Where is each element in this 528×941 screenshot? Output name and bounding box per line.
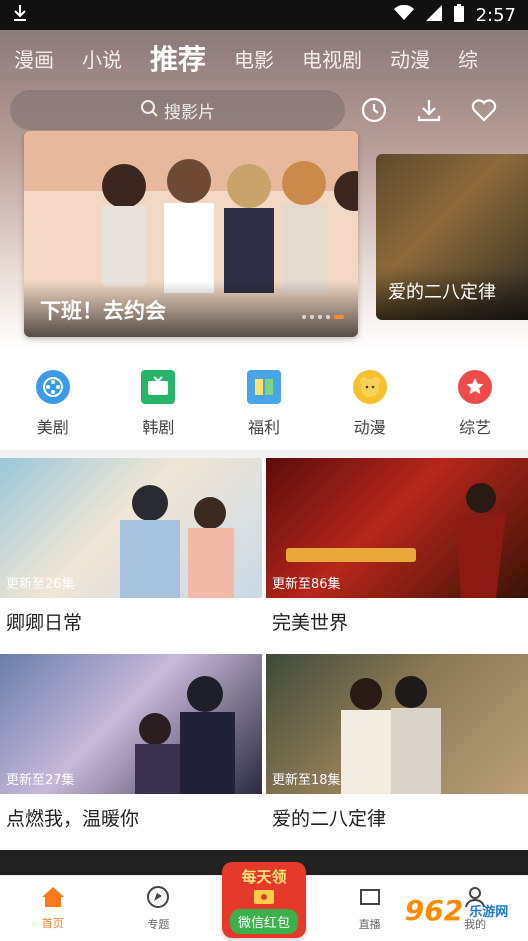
watermark-logo: 962: [404, 893, 464, 927]
film-reel-icon: [35, 370, 70, 404]
nav-home[interactable]: 首页: [13, 886, 93, 931]
tab-variety[interactable]: 综: [444, 44, 492, 73]
history-icon[interactable]: [360, 96, 388, 124]
book-stack-icon: [246, 370, 281, 404]
video-title: 卿卿日常: [6, 612, 83, 634]
category-label: 美剧: [36, 418, 69, 437]
video-thumbnail: 更新至27集: [0, 654, 262, 794]
video-card[interactable]: 更新至26集 卿卿日常: [0, 458, 262, 648]
category-anime[interactable]: 动漫: [330, 370, 410, 440]
wechat-redpacket-button[interactable]: 每天领 微信红包: [222, 862, 306, 938]
tv-icon: [141, 370, 176, 404]
nav-label: 专题: [147, 918, 170, 931]
banner-next-title: 爱的二八定律: [388, 282, 496, 303]
video-thumbnail: 更新至26集: [0, 458, 262, 598]
tab-tv-series[interactable]: 电视剧: [288, 44, 376, 73]
signal-icon: [425, 4, 442, 26]
update-badge: 更新至18集: [272, 773, 341, 788]
carousel-dots: [302, 315, 344, 319]
carousel-dot: [302, 315, 306, 319]
nav-topics[interactable]: 专题: [118, 885, 198, 932]
update-badge: 更新至27集: [6, 773, 75, 788]
category-label: 综艺: [459, 418, 492, 437]
carousel-dot: [310, 315, 314, 319]
video-thumbnail: 更新至18集: [266, 654, 528, 794]
download-icon[interactable]: [415, 96, 443, 124]
category-row: 美剧 韩剧 福利 动漫 综艺: [0, 370, 528, 440]
search-placeholder: 搜影片: [164, 102, 215, 123]
bear-icon: [352, 370, 387, 404]
carousel-dot-active: [334, 315, 344, 319]
tab-movies[interactable]: 电影: [220, 44, 288, 73]
compass-icon: [146, 885, 170, 912]
wifi-icon: [393, 4, 414, 26]
favorite-icon[interactable]: [470, 96, 498, 124]
battery-icon: [453, 3, 464, 27]
video-title: 点燃我，温暖你: [6, 808, 140, 830]
category-welfare[interactable]: 福利: [224, 370, 304, 440]
home-icon: [41, 886, 65, 911]
channel-nav: 漫画 小说 推荐 电影 电视剧 动漫 综: [0, 30, 528, 86]
status-bar: 2:57: [0, 0, 528, 30]
video-title: 完美世界: [272, 612, 349, 634]
search-icon: [140, 99, 158, 122]
clock: 2:57: [475, 4, 516, 26]
search-row: 搜影片: [10, 90, 518, 132]
carousel-dot: [326, 315, 330, 319]
video-thumbnail: 更新至86集: [266, 458, 528, 598]
category-variety[interactable]: 综艺: [435, 370, 515, 440]
update-badge: 更新至86集: [272, 577, 341, 592]
video-card[interactable]: 更新至27集 点燃我，温暖你: [0, 654, 262, 844]
download-notification-icon: [12, 4, 28, 27]
banner-title: 下班！去约会: [40, 299, 166, 323]
live-icon: [358, 885, 382, 912]
carousel-dot: [318, 315, 322, 319]
tab-recommended[interactable]: 推荐: [136, 38, 220, 78]
video-card[interactable]: 更新至18集 爱的二八定律: [266, 654, 528, 844]
watermark-text: 乐游网: [469, 904, 509, 920]
category-label: 动漫: [353, 418, 386, 437]
update-badge: 更新至26集: [6, 577, 75, 592]
nav-label: 直播: [358, 918, 381, 931]
video-card[interactable]: 更新至86集 完美世界: [266, 458, 528, 648]
category-label: 韩剧: [142, 418, 175, 437]
banner-main[interactable]: 下班！去约会: [24, 131, 358, 337]
section-divider: [0, 450, 528, 458]
site-watermark: 962 乐游网: [385, 880, 528, 940]
redpacket-icon: [254, 889, 274, 908]
video-title: 爱的二八定律: [272, 808, 387, 830]
banner-next[interactable]: 爱的二八定律: [376, 154, 528, 320]
nav-label: 首页: [41, 917, 64, 930]
tab-novels[interactable]: 小说: [68, 44, 136, 73]
tab-comics[interactable]: 漫画: [0, 44, 68, 73]
promo-top-text: 每天领: [241, 868, 287, 886]
tab-anime[interactable]: 动漫: [376, 44, 444, 73]
promo-bottom-text: 微信红包: [229, 909, 298, 934]
category-korean-drama[interactable]: 韩剧: [118, 370, 198, 440]
category-us-drama[interactable]: 美剧: [13, 370, 93, 440]
category-label: 福利: [247, 418, 280, 437]
search-input[interactable]: 搜影片: [10, 90, 345, 130]
star-badge-icon: [458, 370, 493, 404]
